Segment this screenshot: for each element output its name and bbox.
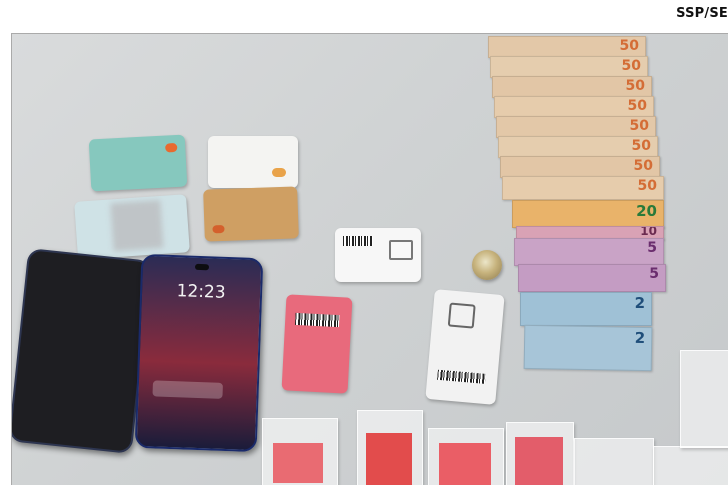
- photo-credit: SSP/SE: [676, 6, 728, 21]
- teal-bank-card: [88, 134, 188, 192]
- banknote-50: 50: [500, 156, 660, 178]
- smartphone-lockscreen: 12:23: [134, 253, 264, 453]
- gold-bank-card: [203, 186, 299, 242]
- banknote-5: 5: [514, 238, 664, 266]
- banknote-2: 2: [520, 292, 652, 326]
- evidence-bag: [653, 446, 728, 485]
- evidence-bag: [574, 438, 654, 485]
- banknote-50: 50: [498, 136, 658, 158]
- banknote-5: 5: [518, 264, 666, 292]
- banknote-50: 50: [502, 176, 664, 200]
- notification-banner: [152, 380, 223, 399]
- sim-card-pack: [335, 228, 421, 282]
- banknote-50: 50: [492, 76, 652, 98]
- card-logo-icon: [212, 224, 225, 234]
- banknote-50: 50: [496, 116, 656, 138]
- sim-card-pack: [281, 294, 353, 394]
- banknote-50: 50: [494, 96, 654, 118]
- evidence-photo: 12:23 50 50 50 50 50 50 50 50 20 10 5 5 …: [11, 33, 728, 485]
- dark-smartphone: [12, 248, 152, 454]
- lockscreen-clock: 12:23: [176, 281, 226, 303]
- card-logo-icon: [165, 142, 178, 153]
- banknote-50: 50: [488, 36, 646, 58]
- evidence-bag: [506, 422, 574, 485]
- white-bank-card: [208, 136, 298, 188]
- card-logo-icon: [272, 168, 286, 177]
- evidence-bag: [428, 428, 504, 485]
- banknote-stack: 50 50 50 50 50 50 50 50 20 10 5 5 2 2: [480, 36, 666, 376]
- banknote-2: 2: [523, 324, 653, 372]
- evidence-bag: [357, 410, 423, 485]
- id-card: [74, 194, 190, 260]
- banknote-50: 50: [490, 56, 648, 78]
- camera-notch: [194, 263, 210, 271]
- banknote-20: 20: [512, 200, 664, 228]
- evidence-bag: [262, 418, 338, 485]
- evidence-bag: [680, 350, 728, 448]
- blurred-photo: [110, 199, 164, 252]
